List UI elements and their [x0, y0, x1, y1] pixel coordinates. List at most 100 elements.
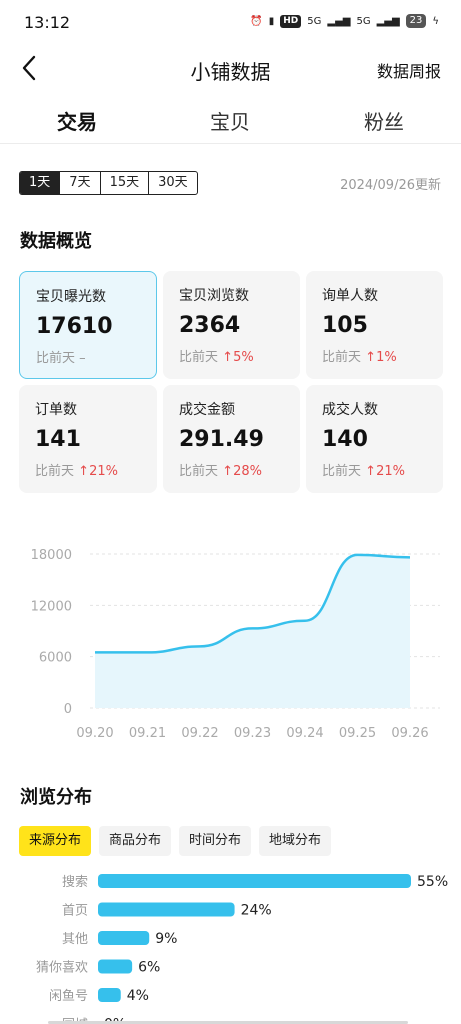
arrow-up-icon: ↑: [365, 464, 377, 479]
status-bar: 13:12 ⏰ ▮ HD 5G ▂▄▆ 5G ▂▄▆ 23 ϟ: [0, 0, 461, 44]
nav-bar: 小铺数据 数据周报: [0, 44, 461, 92]
bar: [98, 988, 121, 1002]
metric-label: 订单数: [35, 402, 77, 418]
bar-category-label: 首页: [62, 904, 88, 919]
metric-compare: 比前天 ↑21%: [322, 460, 443, 479]
tab-trade[interactable]: 交易: [37, 106, 117, 135]
arrow-up-icon: ↑: [222, 350, 234, 365]
bar-category-label: 其他: [62, 932, 88, 947]
range-30d-button[interactable]: 30天: [149, 172, 197, 194]
source-distribution-chart: 搜索55%首页24%其他9%猜你喜欢6%闲鱼号4%同城0%: [0, 866, 461, 1024]
compare-prefix: 比前天: [322, 464, 362, 479]
weekly-report-link[interactable]: 数据周报: [377, 58, 441, 82]
tab-fans-label: 粉丝: [364, 110, 404, 134]
bar-value-label: 55%: [417, 874, 448, 890]
metric-compare: 比前天 ↑5%: [179, 346, 300, 365]
x-tick-label: 09.25: [339, 726, 376, 741]
metric-label: 询单人数: [322, 288, 378, 304]
bar-value-label: 24%: [241, 903, 272, 919]
compare-prefix: 比前天: [179, 464, 219, 479]
tab-fans[interactable]: 粉丝: [344, 106, 424, 135]
overview-cards: 宝贝曝光数 17610 比前天 – 宝贝浏览数 2364 比前天 ↑5% 询单人…: [19, 271, 443, 493]
metric-value: 17610: [36, 314, 113, 339]
bar-category-label: 搜索: [62, 875, 88, 890]
range-15d-button[interactable]: 15天: [101, 172, 150, 194]
bar: [98, 874, 411, 888]
tab-region-distribution[interactable]: 地域分布: [259, 826, 332, 856]
tab-source-distribution[interactable]: 来源分布: [19, 826, 92, 856]
arrow-up-icon: ↑: [365, 350, 377, 365]
compare-prefix: 比前天: [179, 350, 219, 365]
metric-label: 成交金额: [179, 402, 235, 418]
metric-compare: 比前天 –: [36, 347, 156, 366]
metric-value: 291.49: [179, 427, 264, 452]
source-distribution-svg: 搜索55%首页24%其他9%猜你喜欢6%闲鱼号4%同城0%: [36, 874, 448, 1024]
metric-label: 宝贝浏览数: [179, 288, 249, 304]
range-1d-button[interactable]: 1天: [20, 172, 61, 194]
y-tick-label: 18000: [31, 548, 72, 563]
compare-value: 21%: [89, 464, 118, 479]
metric-value: 141: [35, 427, 81, 452]
compare-value: 21%: [376, 464, 405, 479]
bar: [98, 902, 235, 917]
compare-value: 1%: [376, 350, 397, 365]
range-7d-button[interactable]: 7天: [60, 172, 101, 194]
x-tick-label: 09.24: [286, 726, 323, 741]
signal-icon-2: ▂▄▆: [376, 15, 400, 27]
bar-category-label: 猜你喜欢: [36, 961, 88, 976]
metric-compare: 比前天 ↑28%: [179, 460, 300, 479]
metric-label: 宝贝曝光数: [36, 289, 106, 305]
network-5g-2: 5G: [356, 15, 371, 27]
metric-card-views[interactable]: 宝贝浏览数 2364 比前天 ↑5%: [163, 271, 300, 379]
metric-compare: 比前天 ↑1%: [322, 346, 443, 365]
alarm-icon: ⏰: [250, 15, 263, 27]
x-tick-label: 09.23: [234, 726, 271, 741]
arrow-up-icon: ↑: [78, 464, 90, 479]
network-5g-1: 5G: [307, 15, 322, 27]
arrow-up-icon: ↑: [222, 464, 234, 479]
metric-card-inquiries[interactable]: 询单人数 105 比前天 ↑1%: [306, 271, 443, 379]
compare-value: 5%: [233, 350, 254, 365]
metric-card-buyers[interactable]: 成交人数 140 比前天 ↑21%: [306, 385, 443, 493]
bar-category-label: 闲鱼号: [49, 988, 88, 1004]
bar: [98, 959, 133, 974]
trend-area: [95, 554, 410, 708]
metric-value: 2364: [179, 313, 241, 338]
y-tick-label: 0: [64, 702, 72, 717]
metric-label: 成交人数: [322, 402, 378, 418]
distribution-title: 浏览分布: [20, 787, 92, 808]
metric-value: 105: [322, 313, 368, 338]
tab-items[interactable]: 宝贝: [190, 106, 270, 135]
bar-value-label: 4%: [127, 988, 149, 1004]
trend-chart: 0 6000 12000 18000 09.20 09.21 09.22 09.23 09.24…: [0, 535, 461, 750]
tab-item-distribution[interactable]: 商品分布: [99, 826, 172, 856]
metric-card-orders[interactable]: 订单数 141 比前天 ↑21%: [19, 385, 157, 493]
metric-compare: 比前天 ↑21%: [35, 460, 157, 479]
compare-value: –: [79, 351, 86, 366]
main-tabs: 交易 宝贝 粉丝: [0, 98, 461, 144]
compare-prefix: 比前天: [322, 350, 362, 365]
x-tick-label: 09.26: [391, 726, 428, 741]
compare-prefix: 比前天: [36, 351, 76, 366]
charging-icon: ϟ: [432, 15, 439, 27]
metric-card-exposure[interactable]: 宝贝曝光数 17610 比前天 –: [19, 271, 157, 379]
tab-trade-label: 交易: [57, 110, 97, 134]
tab-items-label: 宝贝: [210, 110, 250, 134]
date-range-selector: 1天 7天 15天 30天: [19, 171, 198, 195]
overview-title: 数据概览: [20, 231, 92, 252]
metric-value: 140: [322, 427, 368, 452]
compare-prefix: 比前天: [35, 464, 75, 479]
bar-value-label: 9%: [155, 931, 177, 947]
metric-card-gmv[interactable]: 成交金额 291.49 比前天 ↑28%: [163, 385, 300, 493]
trend-chart-svg: 0 6000 12000 18000 09.20 09.21 09.22 09.23 09.24…: [31, 548, 440, 741]
x-tick-label: 09.21: [129, 726, 166, 741]
status-icons: ⏰ ▮ HD 5G ▂▄▆ 5G ▂▄▆ 23 ϟ: [250, 14, 439, 28]
distribution-tabs: 来源分布 商品分布 时间分布 地域分布: [19, 826, 332, 856]
compare-value: 28%: [233, 464, 262, 479]
hd-badge: HD: [280, 14, 302, 28]
tab-time-distribution[interactable]: 时间分布: [179, 826, 252, 856]
vibrate-icon: ▮: [268, 15, 275, 27]
y-tick-label: 6000: [39, 651, 72, 666]
bar: [98, 931, 150, 945]
update-time: 2024/09/26更新: [340, 178, 441, 193]
